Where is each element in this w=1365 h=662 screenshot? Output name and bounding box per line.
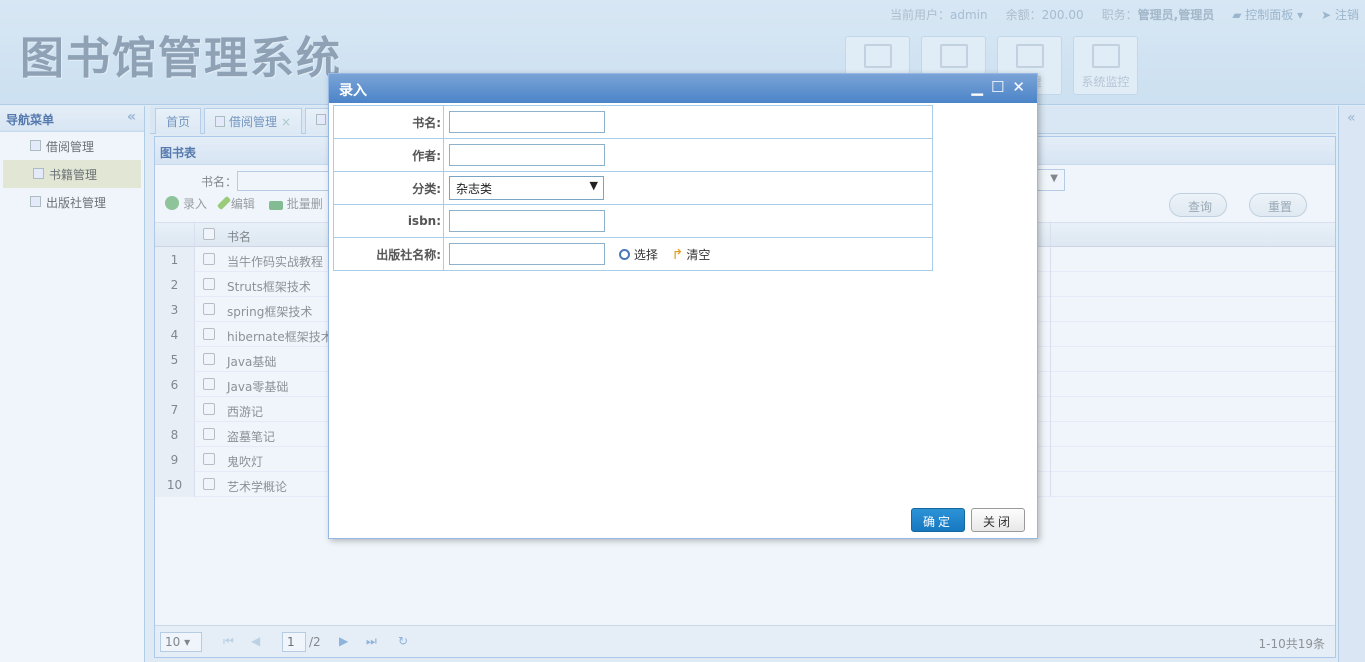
chevron-down-icon: ▼ <box>589 179 598 192</box>
publisher-label: 出版社名称: <box>333 237 444 271</box>
dialog-title: 录入 <box>339 83 367 99</box>
minimize-icon[interactable]: ▁ <box>971 78 983 96</box>
book-name-label: 书名: <box>333 105 444 139</box>
book-name-input[interactable] <box>449 111 605 133</box>
isbn-input[interactable] <box>449 210 605 232</box>
search-icon <box>618 249 630 260</box>
author-label: 作者: <box>333 138 444 172</box>
close-button[interactable]: 关闭 <box>971 508 1025 532</box>
clear-publisher-button[interactable]: ↱ 清空 <box>672 246 711 263</box>
category-label: 分类: <box>333 171 444 205</box>
maximize-icon[interactable]: ☐ <box>991 78 1004 96</box>
isbn-label: isbn: <box>333 204 444 238</box>
close-icon[interactable]: ✕ <box>1012 78 1025 96</box>
confirm-button[interactable]: 确定 <box>911 508 965 532</box>
select-publisher-button[interactable]: 选择 <box>618 246 658 263</box>
publisher-input[interactable] <box>449 243 605 265</box>
author-input[interactable] <box>449 144 605 166</box>
book-form: 书名: 作者: 分类: 杂志类 ▼ isbn: 出版社名称: 选择 ↱ 清空 <box>333 105 933 271</box>
dialog-header: 录入 ▁ ☐ ✕ <box>329 74 1037 103</box>
add-book-dialog: 录入 ▁ ☐ ✕ 书名: 作者: 分类: 杂志类 ▼ isbn: 出版社名称: 选 <box>328 73 1038 539</box>
eraser-icon: ↱ <box>671 247 684 263</box>
category-select[interactable]: 杂志类 ▼ <box>449 176 604 200</box>
